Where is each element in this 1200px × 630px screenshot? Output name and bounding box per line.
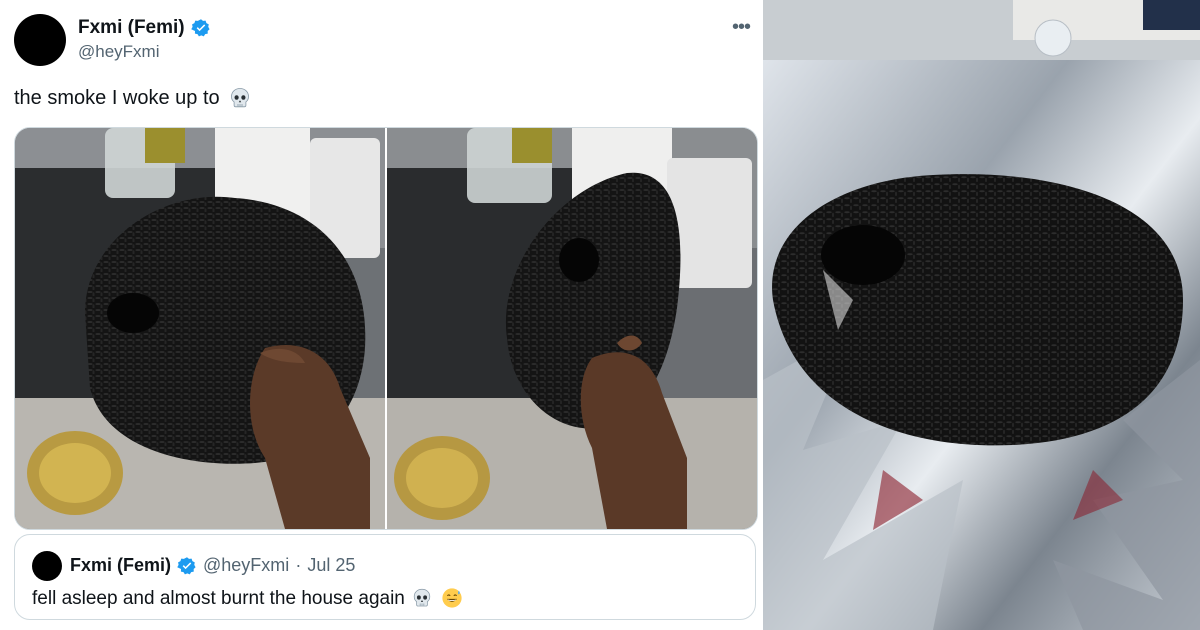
skull-emoji-icon	[411, 587, 435, 611]
quoted-date[interactable]: Jul 25	[307, 555, 355, 576]
quoted-text: fell asleep and almost burnt the house a…	[32, 587, 465, 611]
author-handle[interactable]: @heyFxmi	[78, 42, 160, 62]
tweet-header: Fxmi (Femi) @heyFxmi •••	[14, 14, 754, 66]
quoted-avatar[interactable]	[32, 551, 62, 581]
tweet-media-grid[interactable]	[14, 127, 758, 530]
avatar[interactable]	[14, 14, 66, 66]
more-options-button[interactable]: •••	[728, 16, 754, 38]
burnt-rice-photo-1-icon[interactable]	[15, 128, 385, 529]
quoted-handle[interactable]: @heyFxmi	[203, 555, 289, 576]
quoted-text-content: fell asleep and almost burnt the house a…	[32, 588, 405, 609]
skull-emoji-icon	[228, 86, 252, 110]
tweet-text-content: the smoke I woke up to	[14, 86, 220, 109]
quoted-tweet-card[interactable]: Fxmi (Femi) @heyFxmi · Jul 25 fell aslee…	[14, 534, 756, 620]
quoted-display-name[interactable]: Fxmi (Femi)	[70, 555, 171, 576]
quoted-author-row: Fxmi (Femi) @heyFxmi · Jul 25	[70, 555, 355, 576]
author-name-row: Fxmi (Femi)	[78, 17, 211, 39]
tweet-card[interactable]: Fxmi (Femi) @heyFxmi ••• the smoke I wok…	[0, 0, 763, 630]
burnt-rice-on-foil-photo-icon	[763, 0, 1200, 630]
separator-dot: ·	[295, 555, 302, 575]
grinning-sweat-emoji-icon	[441, 587, 465, 611]
burnt-rice-photo-2-icon[interactable]	[387, 128, 757, 529]
verified-badge-icon	[190, 18, 211, 38]
tweet-text: the smoke I woke up to	[14, 86, 252, 110]
author-display-name[interactable]: Fxmi (Femi)	[78, 17, 185, 39]
verified-badge-icon	[177, 556, 197, 576]
